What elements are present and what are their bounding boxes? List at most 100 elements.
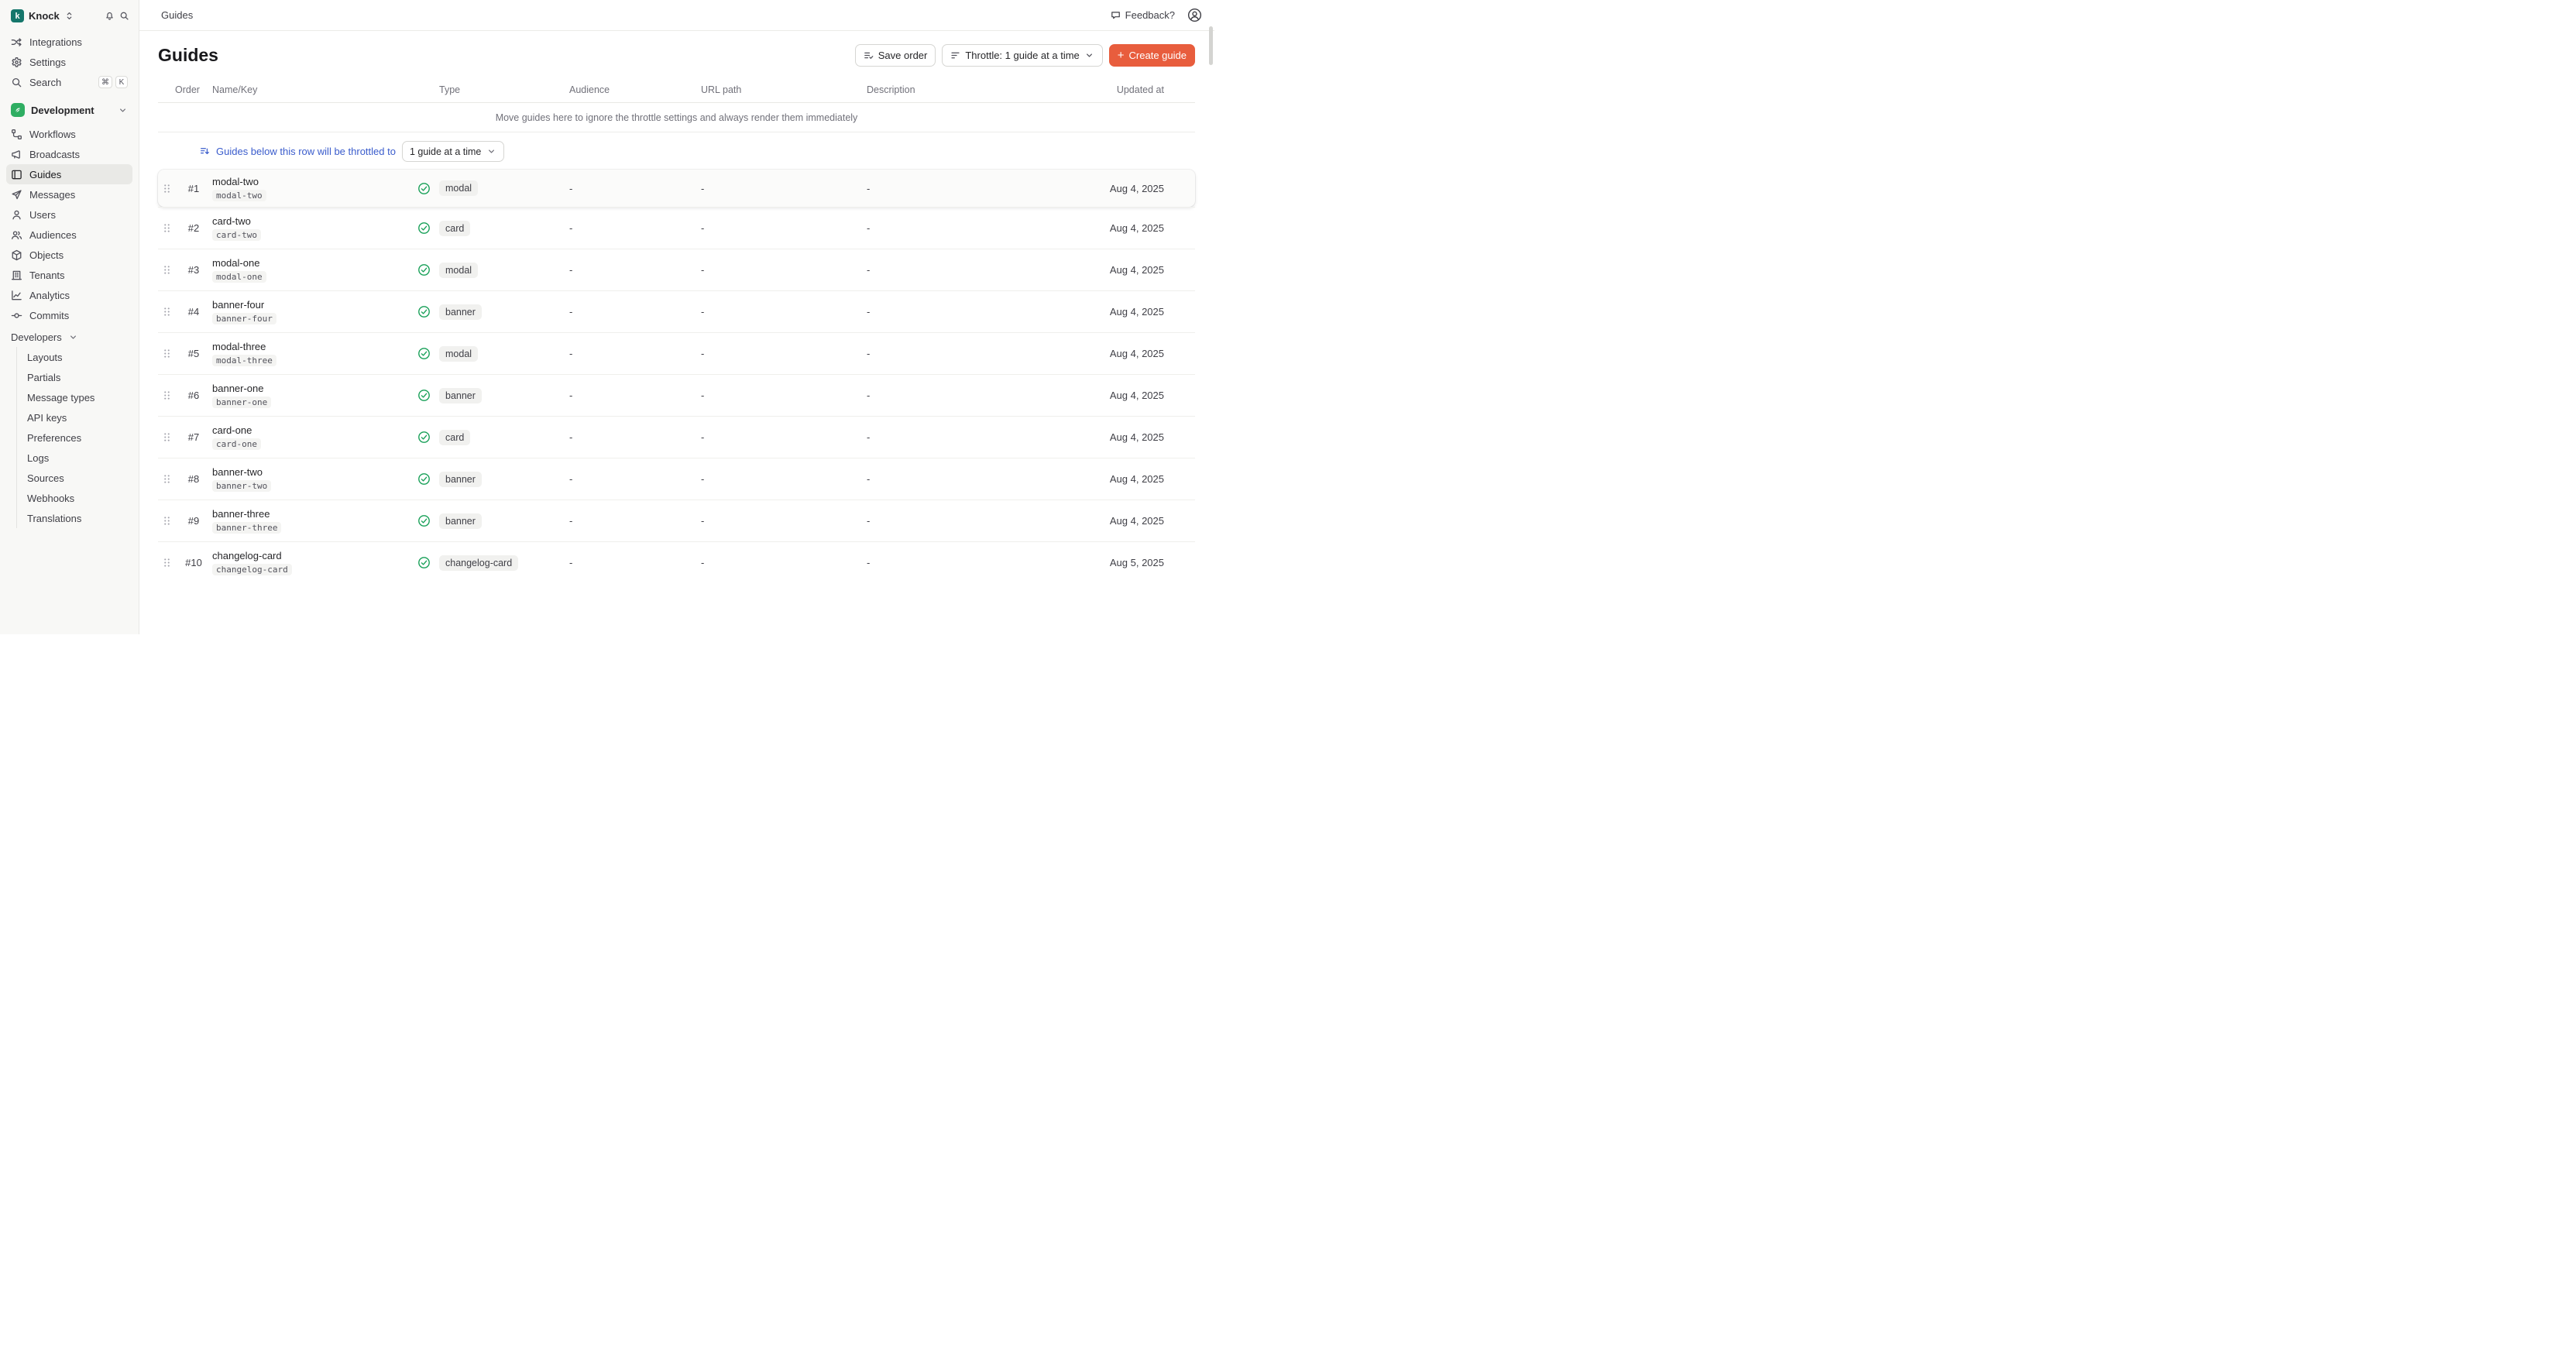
sidebar-item-label: Tenants xyxy=(29,270,128,281)
drag-handle[interactable] xyxy=(158,264,175,276)
guide-row[interactable]: #7 card-one card-one card - - - Aug 4, 2… xyxy=(158,416,1195,458)
name-key-cell: modal-one modal-one xyxy=(212,257,408,283)
sidebar-item-label: Workflows xyxy=(29,129,128,140)
url-path-cell: - xyxy=(701,515,867,527)
drag-handle[interactable] xyxy=(158,557,175,568)
status-active-check-icon xyxy=(408,305,439,318)
guide-row[interactable]: #8 banner-two banner-two banner - - - Au… xyxy=(158,458,1195,500)
guide-row[interactable]: #1 modal-two modal-two modal - - - Aug 4… xyxy=(158,170,1195,207)
sidebar-item-message-types[interactable]: Message types xyxy=(17,387,132,407)
guide-row[interactable]: #3 modal-one modal-one modal - - - Aug 4… xyxy=(158,249,1195,290)
guide-row[interactable]: #9 banner-three banner-three banner - - … xyxy=(158,500,1195,541)
type-column-header: Type xyxy=(439,84,569,95)
workspace-switcher-icon[interactable] xyxy=(64,11,74,21)
type-cell: banner xyxy=(439,388,569,403)
sidebar-item-analytics[interactable]: Analytics xyxy=(6,285,132,305)
ignore-throttle-drop-zone[interactable]: Move guides here to ignore the throttle … xyxy=(158,103,1195,132)
feedback-label: Feedback? xyxy=(1125,9,1175,21)
type-badge: banner xyxy=(439,304,482,320)
k-key: K xyxy=(115,76,128,88)
drag-handle[interactable] xyxy=(158,431,175,443)
drag-handle[interactable] xyxy=(158,222,175,234)
sidebar-item-layouts[interactable]: Layouts xyxy=(17,347,132,367)
sidebar-item-label: Broadcasts xyxy=(29,149,128,160)
drag-handle[interactable] xyxy=(158,306,175,318)
type-cell: card xyxy=(439,430,569,445)
sidebar-item-guides[interactable]: Guides xyxy=(6,164,132,184)
integrations-icon xyxy=(11,36,22,48)
updated-at-cell: Aug 5, 2025 xyxy=(1025,557,1164,568)
sidebar-item-audiences[interactable]: Audiences xyxy=(6,225,132,245)
sidebar-item-tenants[interactable]: Tenants xyxy=(6,265,132,285)
developers-section-toggle[interactable]: Developers xyxy=(6,325,132,347)
guide-row[interactable]: #6 banner-one banner-one banner - - - Au… xyxy=(158,374,1195,416)
row-order: #1 xyxy=(175,183,212,194)
vertical-scrollbar[interactable] xyxy=(1209,26,1213,65)
drag-handle[interactable] xyxy=(158,390,175,401)
sidebar-item-integrations[interactable]: Integrations xyxy=(6,32,132,52)
sidebar-item-logs[interactable]: Logs xyxy=(17,448,132,468)
sidebar-item-settings[interactable]: Settings xyxy=(6,52,132,72)
page-title: Guides xyxy=(158,45,218,66)
type-badge: modal xyxy=(439,180,478,196)
sidebar-item-messages[interactable]: Messages xyxy=(6,184,132,204)
throttle-divider-link[interactable]: Guides below this row will be throttled … xyxy=(216,146,396,157)
row-order: #5 xyxy=(175,348,212,359)
guide-row[interactable]: #5 modal-three modal-three modal - - - A… xyxy=(158,332,1195,374)
sidebar-item-sources[interactable]: Sources xyxy=(17,468,132,488)
plus-icon: + xyxy=(1118,50,1125,61)
type-cell: banner xyxy=(439,513,569,529)
sidebar-item-users[interactable]: Users xyxy=(6,204,132,225)
sidebar-item-preferences[interactable]: Preferences xyxy=(17,427,132,448)
status-active-check-icon xyxy=(408,514,439,527)
audience-cell: - xyxy=(569,431,701,443)
drag-handle[interactable] xyxy=(158,473,175,485)
sidebar-item-broadcasts[interactable]: Broadcasts xyxy=(6,144,132,164)
sidebar-top-nav: Integrations Settings Search ⌘ K xyxy=(6,32,132,92)
notifications-bell-icon[interactable] xyxy=(105,11,115,21)
guide-row[interactable]: #2 card-two card-two card - - - Aug 4, 2… xyxy=(158,207,1195,249)
url-path-cell: - xyxy=(701,431,867,443)
sidebar-item-webhooks[interactable]: Webhooks xyxy=(17,488,132,508)
sidebar-item-partials[interactable]: Partials xyxy=(17,367,132,387)
type-cell: changelog-card xyxy=(439,555,569,571)
guide-row[interactable]: #4 banner-four banner-four banner - - - … xyxy=(158,290,1195,332)
row-order: #4 xyxy=(175,306,212,318)
drag-dots-icon xyxy=(161,473,173,485)
status-active-check-icon xyxy=(408,556,439,569)
gear-icon xyxy=(11,57,22,68)
environment-switcher[interactable]: Development xyxy=(6,99,132,121)
url-path-cell: - xyxy=(701,473,867,485)
description-cell: - xyxy=(867,557,1025,568)
description-cell: - xyxy=(867,306,1025,318)
drag-handle[interactable] xyxy=(158,515,175,527)
create-guide-button[interactable]: + Create guide xyxy=(1109,44,1195,67)
updated-at-cell: Aug 4, 2025 xyxy=(1025,431,1164,443)
sidebar-item-workflows[interactable]: Workflows xyxy=(6,124,132,144)
sidebar-item-objects[interactable]: Objects xyxy=(6,245,132,265)
sidebar-item-label: Integrations xyxy=(29,36,128,48)
drag-handle[interactable] xyxy=(158,183,175,194)
chevron-down-icon xyxy=(118,105,128,115)
save-order-button[interactable]: Save order xyxy=(855,44,936,67)
sidebar-item-translations[interactable]: Translations xyxy=(17,508,132,528)
feedback-button[interactable]: Feedback? xyxy=(1111,9,1175,21)
guide-row[interactable]: #10 changelog-card changelog-card change… xyxy=(158,541,1195,583)
chevron-down-icon xyxy=(486,146,496,156)
sidebar-item-label: Audiences xyxy=(29,229,128,241)
guide-name: banner-two xyxy=(212,466,263,478)
updated-at-column-header: Updated at xyxy=(1025,84,1164,95)
guide-name: card-one xyxy=(212,424,252,436)
sidebar-item-api-keys[interactable]: API keys xyxy=(17,407,132,427)
sidebar-item-search[interactable]: Search ⌘ K xyxy=(6,72,132,92)
user-avatar[interactable] xyxy=(1187,8,1202,22)
search-icon[interactable] xyxy=(119,11,129,21)
guide-key: banner-four xyxy=(212,313,276,324)
drag-handle[interactable] xyxy=(158,348,175,359)
throttle-dropdown-button[interactable]: Throttle: 1 guide at a time xyxy=(942,44,1102,67)
sidebar-item-commits[interactable]: Commits xyxy=(6,305,132,325)
status-active-check-icon xyxy=(408,472,439,486)
throttle-amount-select[interactable]: 1 guide at a time xyxy=(402,141,504,162)
workspace-name: Knock xyxy=(29,10,60,22)
url-path-column-header: URL path xyxy=(701,84,867,95)
